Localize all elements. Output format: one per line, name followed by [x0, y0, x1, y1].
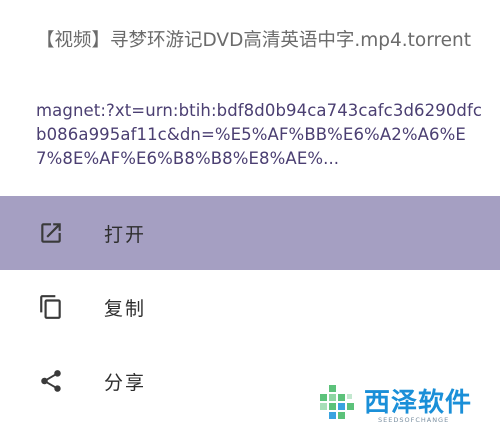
menu-item-label: 打开	[104, 223, 147, 246]
menu-item-open[interactable]: 打开	[0, 196, 500, 270]
share-icon	[36, 366, 66, 396]
open-external-icon	[36, 218, 66, 248]
menu-item-label: 复制	[104, 297, 147, 320]
bottom-sheet: 【视频】寻梦环游记DVD高清英语中字.mp4.torrent magnet:?x…	[0, 0, 500, 434]
magnet-link-text: magnet:?xt=urn:btih:bdf8d0b94ca743cafc3d…	[36, 101, 483, 168]
copy-icon	[36, 292, 66, 322]
file-title: 【视频】寻梦环游记DVD高清英语中字.mp4.torrent	[36, 30, 472, 51]
watermark-logo: 西泽软件 SEEDSOFCHANGE	[318, 380, 494, 430]
watermark-tagline: SEEDSOFCHANGE	[378, 416, 450, 424]
menu-item-label: 分享	[104, 371, 147, 394]
menu-item-copy[interactable]: 复制	[0, 270, 500, 344]
watermark-brand: 西泽软件	[364, 388, 473, 418]
pixel-logo-icon	[320, 385, 354, 419]
